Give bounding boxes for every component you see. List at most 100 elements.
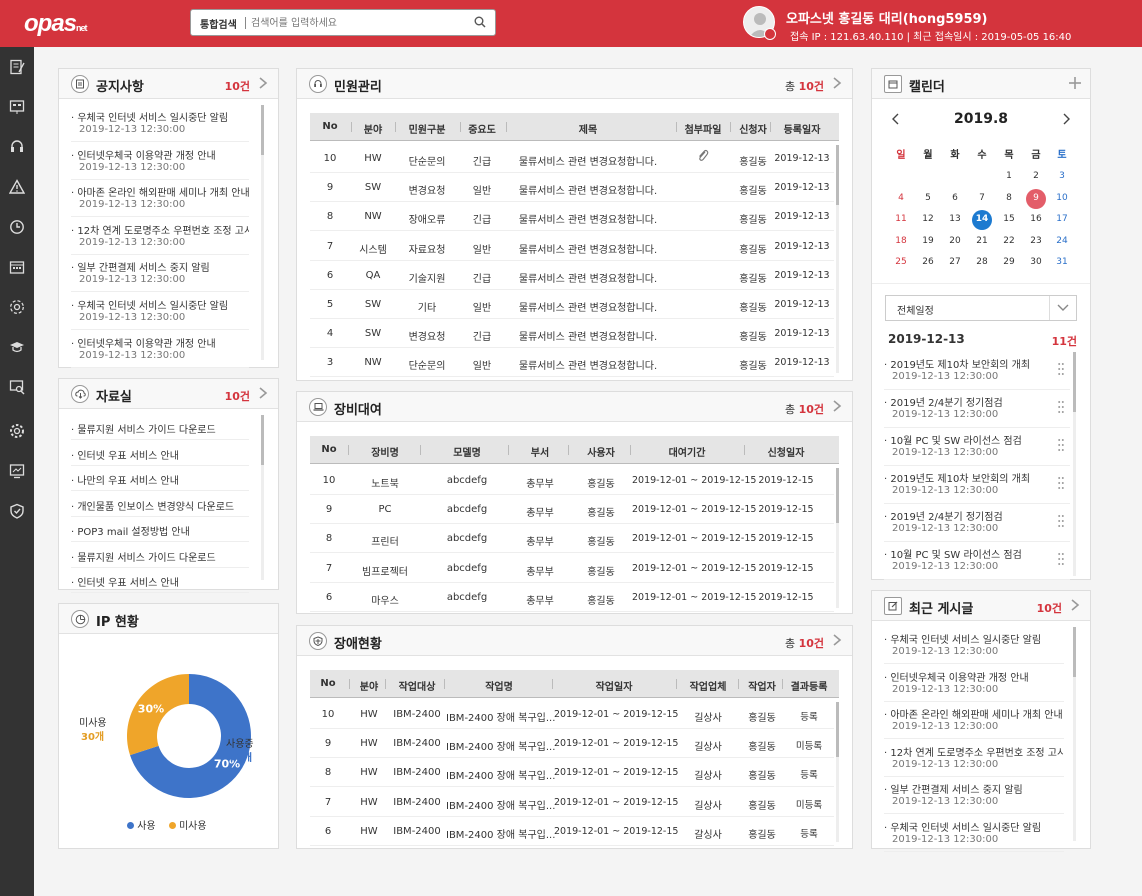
- calendar-day[interactable]: 26: [915, 257, 941, 267]
- event-item[interactable]: · 2019년도 제10차 보안회의 개최 2019-12-13 12:30:00: [884, 352, 1070, 390]
- calendar-day[interactable]: 19: [915, 236, 941, 246]
- calendar-day[interactable]: 13: [942, 214, 968, 224]
- event-item[interactable]: · 10월 PC 및 SW 라이선스 점검 2019-12-13 12:30:00: [884, 542, 1070, 580]
- search-input[interactable]: [251, 14, 461, 32]
- calendar-day[interactable]: 12: [915, 214, 941, 224]
- archive-scrollbar[interactable]: [261, 415, 264, 465]
- calendar-day[interactable]: 24: [1049, 236, 1075, 246]
- table-row[interactable]: 3 NW 단순문의 일반 물류서비스 관련 변경요청합니다. 홍길동 2019-12-13: [310, 348, 834, 378]
- table-row[interactable]: 9 PC abcdefg 총무부 홍길동 2019-12-01 ~ 2019-12-15 2…: [310, 495, 834, 525]
- chevron-right-icon[interactable]: [830, 399, 844, 413]
- list-item[interactable]: · 인터넷우체국 이용약관 개정 안내 2019-12-13 12:30:00: [884, 665, 1064, 702]
- calendar-day[interactable]: 5: [915, 193, 941, 203]
- event-item[interactable]: · 2019년 2/4분기 정기점검 2019-12-13 12:30:00: [884, 390, 1070, 428]
- notice-scrollbar[interactable]: [261, 105, 264, 155]
- calendar-day[interactable]: 14: [972, 210, 992, 230]
- list-item[interactable]: · 아마존 온라인 해외판매 세미나 개최 안내 2019-12-13 12:30…: [884, 702, 1064, 740]
- list-item[interactable]: · 인터넷우체국 이용약관 개정 안내 2019-12-13 12:30:00: [71, 143, 249, 180]
- warning-icon[interactable]: [7, 177, 27, 197]
- document-icon[interactable]: [7, 57, 27, 77]
- recent-scrollbar[interactable]: [1073, 627, 1076, 677]
- next-month-icon[interactable]: [1061, 113, 1071, 125]
- calendar-day[interactable]: 31: [1049, 257, 1075, 267]
- chevron-right-icon[interactable]: [256, 386, 270, 400]
- table-row[interactable]: 8 HW IBM-2400 IBM-2400 장애 복구입... 2019-12-01 …: [310, 758, 834, 788]
- list-item[interactable]: · 우체국 인터넷 서비스 일시중단 알림 2019-12-13 12:30:00: [71, 293, 249, 330]
- list-item[interactable]: · 인터넷우체국 이용약관 개정 안내 2019-12-13 12:30:00: [71, 331, 249, 368]
- calendar-day[interactable]: 2: [1023, 171, 1049, 181]
- table-row[interactable]: 4 SW 변경요청 긴급 물류서비스 관련 변경요청합니다. 홍길동 2019-12-13: [310, 319, 834, 349]
- table-row[interactable]: 10 HW 단순문의 긴급 물류서비스 관련 변경요청합니다. 홍길동 2019-12-13: [310, 144, 834, 173]
- search-icon[interactable]: [474, 16, 486, 28]
- calendar-day[interactable]: 16: [1023, 214, 1049, 224]
- calendar-day[interactable]: 23: [1023, 236, 1049, 246]
- drag-handle-icon[interactable]: [1058, 476, 1064, 490]
- table-row[interactable]: 5 SW 기타 일반 물류서비스 관련 변경요청합니다. 홍길동 2019-12-13: [310, 290, 834, 319]
- event-scrollbar[interactable]: [1073, 352, 1076, 412]
- calendar-day[interactable]: 28: [969, 257, 995, 267]
- fault-scrollbar[interactable]: [836, 702, 839, 757]
- list-item[interactable]: · 일부 간편결제 서비스 중지 알림 2019-12-13 12:30:00: [884, 777, 1064, 815]
- calendar-day[interactable]: 27: [942, 257, 968, 267]
- event-item[interactable]: · 10월 PC 및 SW 라이선스 점검 2019-12-13 12:30:00: [884, 428, 1070, 466]
- table-row[interactable]: 8 NW 장애오류 긴급 물류서비스 관련 변경요청합니다. 홍길동 2019-12-13: [310, 202, 834, 232]
- list-item[interactable]: · 일부 간편결제 서비스 중지 알림 2019-12-13 12:30:00: [71, 255, 249, 293]
- calendar-day[interactable]: 17: [1049, 214, 1075, 224]
- calendar-day[interactable]: 6: [942, 193, 968, 203]
- calendar-day[interactable]: 4: [888, 193, 914, 203]
- event-item[interactable]: · 2019년도 제10차 보안회의 개최 2019-12-13 12:30:00: [884, 466, 1070, 504]
- table-row[interactable]: 6 HW IBM-2400 IBM-2400 장애 복구입... 2019-12-01 …: [310, 817, 834, 846]
- event-item[interactable]: · 2019년 2/4분기 정기점검 2019-12-13 12:30:00: [884, 504, 1070, 542]
- chevron-right-icon[interactable]: [256, 76, 270, 90]
- calendar-day[interactable]: 9: [1026, 188, 1046, 209]
- clock-icon[interactable]: [7, 217, 27, 237]
- list-item[interactable]: · 나만의 우표 서비스 안내: [71, 466, 249, 491]
- calendar-day[interactable]: 29: [996, 257, 1022, 267]
- drag-handle-icon[interactable]: [1058, 514, 1064, 528]
- table-row[interactable]: 9 HW IBM-2400 IBM-2400 장애 복구입... 2019-12-01 …: [310, 729, 834, 759]
- list-item[interactable]: · POP3 mail 설정방법 안내: [71, 517, 249, 542]
- opas-logo[interactable]: opasnet: [24, 10, 87, 38]
- list-item[interactable]: · 물류지원 서비스 가이드 다운로드: [71, 543, 249, 568]
- drag-handle-icon[interactable]: [1058, 362, 1064, 376]
- list-item[interactable]: · 개인물품 인보이스 변경양식 다운로드: [71, 492, 249, 517]
- calendar-day[interactable]: 7: [969, 193, 995, 203]
- chevron-right-icon[interactable]: [830, 633, 844, 647]
- drag-handle-icon[interactable]: [1058, 552, 1064, 566]
- table-row[interactable]: 7 빔프로젝터 abcdefg 총무부 홍길동 2019-12-01 ~ 2019-12-…: [310, 554, 834, 583]
- calendar-icon[interactable]: [7, 257, 27, 277]
- table-row[interactable]: 6 QA 기술지원 긴급 물류서비스 관련 변경요청합니다. 홍길동 2019-12-13: [310, 261, 834, 290]
- calendar-day[interactable]: 22: [996, 236, 1022, 246]
- schedule-filter-select[interactable]: 전체일정: [885, 295, 1077, 321]
- list-item[interactable]: · 아마존 온라인 해외판매 세미나 개최 안내 2019-12-13 12:30…: [71, 180, 249, 218]
- graduation-icon[interactable]: [7, 337, 27, 357]
- drag-handle-icon[interactable]: [1058, 438, 1064, 452]
- list-item[interactable]: · 우체국 인터넷 서비스 일시중단 알림 2019-12-13 12:30:00: [71, 105, 249, 142]
- table-row[interactable]: 8 프린터 abcdefg 총무부 홍길동 2019-12-01 ~ 2019-12-15…: [310, 524, 834, 554]
- list-item[interactable]: · 물류지원 서비스 가이드 다운로드: [71, 415, 249, 440]
- shield-icon[interactable]: [7, 501, 27, 521]
- complaint-scrollbar[interactable]: [836, 145, 839, 205]
- calendar-day[interactable]: 15: [996, 214, 1022, 224]
- table-row[interactable]: 10 노트북 abcdefg 총무부 홍길동 2019-12-01 ~ 2019-12-1…: [310, 466, 834, 495]
- calendar-day[interactable]: 25: [888, 257, 914, 267]
- calendar-day[interactable]: 11: [888, 214, 914, 224]
- calendar-day[interactable]: 1: [996, 171, 1022, 181]
- table-row[interactable]: 9 SW 변경요청 일반 물류서비스 관련 변경요청합니다. 홍길동 2019-12-13: [310, 173, 834, 203]
- table-row[interactable]: 7 HW IBM-2400 IBM-2400 장애 복구입... 2019-12-01 …: [310, 788, 834, 817]
- rental-scrollbar[interactable]: [836, 468, 839, 523]
- headset-icon[interactable]: [7, 137, 27, 157]
- calendar-day[interactable]: 20: [942, 236, 968, 246]
- table-row[interactable]: 10 HW IBM-2400 IBM-2400 장애 복구입... 2019-12-01…: [310, 700, 834, 729]
- table-row[interactable]: 7 시스템 자료요청 일반 물류서비스 관련 변경요청합니다. 홍길동 2019-12-13: [310, 232, 834, 261]
- calendar-day[interactable]: 30: [1023, 257, 1049, 267]
- calendar-day[interactable]: 3: [1049, 171, 1075, 181]
- list-item[interactable]: · 12차 연계 도로명주소 우편번호 조정 고시 2019-12-13 12:3…: [884, 740, 1064, 777]
- chevron-right-icon[interactable]: [830, 76, 844, 90]
- list-item[interactable]: · 12차 연계 도로명주소 우편번호 조정 고시 2019-12-13 12:3…: [71, 218, 249, 255]
- camera-icon[interactable]: [764, 28, 776, 40]
- paperclip-icon[interactable]: [678, 149, 728, 166]
- list-item[interactable]: · 우체국 인터넷 서비스 일시중단 알림 2019-12-13 12:30:00: [884, 627, 1064, 664]
- chevron-right-icon[interactable]: [1068, 598, 1082, 612]
- list-item[interactable]: · 인터넷 우표 서비스 안내: [71, 441, 249, 466]
